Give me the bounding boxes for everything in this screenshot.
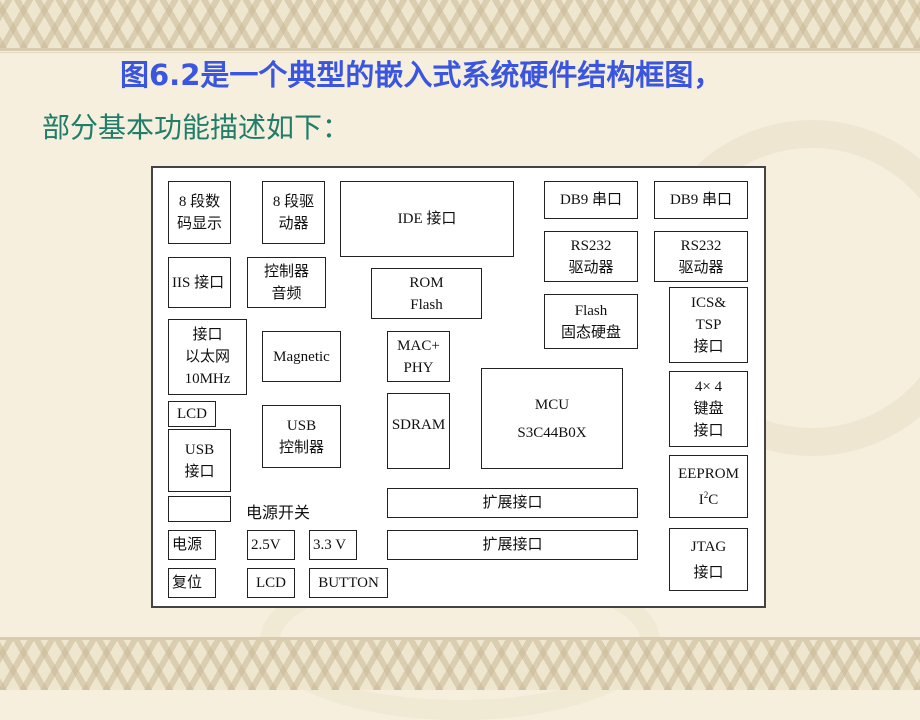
block-power: 电源: [168, 530, 216, 560]
decorative-border-top: [0, 0, 920, 51]
block-3-3v: 3.3 V: [309, 530, 357, 560]
slide-subtitle: 部分基本功能描述如下：: [42, 111, 351, 144]
block-expansion-interface-1: 扩展接口: [387, 488, 638, 518]
block-text: 扩展接口: [482, 495, 543, 511]
block-text: 控制器: [263, 263, 309, 280]
block-text: Magnetic: [273, 348, 330, 365]
block-text: 驱动器: [568, 259, 614, 276]
block-text: 8 段驱: [272, 193, 315, 210]
block-sdram: SDRAM: [387, 393, 450, 469]
block-8seg-display: 8 段数 码显示: [168, 181, 231, 244]
block-text: BUTTON: [318, 575, 379, 591]
block-usb-controller: USB 控制器: [262, 405, 341, 468]
block-rs232-driver-2: RS232 驱动器: [654, 231, 748, 282]
block-2-5v: 2.5V: [247, 530, 295, 560]
block-text: 码显示: [176, 215, 222, 232]
block-8seg-driver: 8 段驱 动器: [262, 181, 325, 244]
block-text: USB: [184, 441, 215, 458]
block-db9-serial-2: DB9 串口: [654, 181, 748, 219]
block-text: EEPROM: [678, 465, 739, 482]
block-eeprom-i2c: EEPROM I2C: [669, 455, 748, 518]
block-mac-phy: MAC+ PHY: [387, 331, 450, 382]
slide-title: 图6.2是一个典型的嵌入式系统硬件结构框图，: [120, 58, 723, 92]
block-text: 接口: [693, 423, 724, 439]
block-usb-interface: USB 接口: [168, 429, 231, 492]
block-text: JTAG: [690, 538, 727, 555]
block-text: S3C44B0X: [517, 424, 587, 441]
block-text: 以太网: [184, 349, 230, 365]
block-text: Flash: [410, 296, 443, 313]
block-text: 接口: [693, 564, 724, 581]
block-text: 接口: [184, 463, 215, 480]
block-expansion-interface-2: 扩展接口: [387, 530, 638, 560]
block-text: 4× 4: [694, 379, 723, 395]
block-text: 音频: [271, 285, 302, 302]
block-text: 3.3 V: [313, 537, 347, 553]
block-text: IDE 接口: [397, 211, 457, 227]
block-rs232-driver-1: RS232 驱动器: [544, 231, 638, 282]
block-text: TSP: [695, 317, 722, 333]
block-jtag-interface: JTAG 接口: [669, 528, 748, 591]
block-text: I2C: [699, 489, 719, 511]
power-switch-label: 电源开关: [246, 505, 311, 522]
block-text: DB9 串口: [669, 192, 733, 208]
decorative-border-bottom: [0, 637, 920, 690]
block-text: 动器: [278, 215, 309, 232]
block-button: BUTTON: [309, 568, 388, 598]
block-text: 扩展接口: [482, 537, 543, 553]
block-text: 接口: [693, 339, 724, 355]
block-mcu: MCU S3C44B0X: [481, 368, 623, 469]
block-text: 电源: [172, 537, 203, 553]
block-text: 10MHz: [184, 371, 231, 387]
block-text: 控制器: [278, 439, 324, 456]
block-text: MAC+: [397, 337, 440, 354]
block-text: 接口: [192, 327, 223, 343]
block-text: RS232: [680, 237, 722, 254]
block-magnetic: Magnetic: [262, 331, 341, 382]
block-text: LCD: [177, 406, 207, 422]
block-text: 驱动器: [678, 259, 724, 276]
block-text: ICS&: [690, 295, 726, 311]
block-ide-interface: IDE 接口: [340, 181, 514, 257]
block-flash-ssd: Flash 固态硬盘: [544, 294, 638, 349]
block-power-switch: [168, 496, 231, 522]
block-text: Flash: [574, 302, 608, 319]
block-db9-serial-1: DB9 串口: [544, 181, 638, 219]
block-iis-interface: IIS 接口: [168, 257, 231, 308]
block-text: 固态硬盘: [560, 324, 621, 341]
block-text: ROM: [409, 274, 444, 291]
block-text: RS232: [570, 237, 612, 254]
block-text: 2.5V: [251, 537, 281, 553]
block-text: PHY: [403, 359, 434, 376]
block-text: SDRAM: [391, 417, 446, 433]
block-ethernet-interface: 接口 以太网 10MHz: [168, 319, 247, 395]
block-text: MCU: [534, 396, 570, 413]
block-audio-controller: 控制器 音频: [247, 257, 326, 308]
block-lcd-2: LCD: [247, 568, 295, 598]
block-reset: 复位: [168, 568, 216, 598]
block-text: IIS 接口: [172, 274, 225, 291]
block-text: DB9 串口: [559, 192, 623, 208]
block-keypad-interface: 4× 4 键盘 接口: [669, 371, 748, 447]
block-text: 8 段数: [178, 193, 221, 210]
block-text: USB: [286, 417, 317, 434]
block-text: 复位: [172, 575, 203, 591]
block-text: LCD: [256, 575, 286, 591]
block-lcd: LCD: [168, 401, 216, 427]
hardware-block-diagram: 8 段数 码显示 8 段驱 动器 IDE 接口 DB9 串口 DB9 串口 II…: [151, 166, 766, 608]
block-text: 键盘: [693, 401, 724, 417]
block-text: C: [708, 491, 719, 508]
block-ics-tsp-interface: ICS& TSP 接口: [669, 287, 748, 363]
block-rom-flash: ROM Flash: [371, 268, 482, 319]
